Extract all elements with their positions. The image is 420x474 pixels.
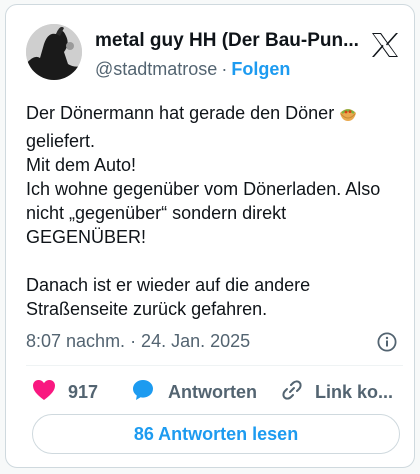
like-count: 917	[68, 381, 99, 402]
copy-link-button[interactable]: Link ko...	[280, 378, 393, 406]
tweet-line: Ich wohne gegenüber vom Dönerladen. Also	[26, 179, 381, 199]
link-icon	[280, 378, 304, 407]
tweet-line: GEGENÜBER!	[26, 227, 147, 247]
tweet-line: Mit dem Auto!	[26, 155, 137, 175]
like-button[interactable]: 917	[32, 378, 98, 406]
x-logo-icon[interactable]	[371, 32, 399, 58]
stuffed-flatbread-emoji	[338, 103, 358, 129]
tweet-blank-line	[26, 249, 406, 273]
reply-bubble-icon	[131, 378, 155, 407]
tweet-line: Danach ist er wieder auf die andere	[26, 275, 311, 295]
tweet-line: Straßenseite zurück gefahren.	[26, 299, 268, 319]
copy-link-label: Link ko...	[315, 381, 394, 402]
tweet-line: geliefert.	[26, 131, 96, 151]
author-name[interactable]: metal guy HH (Der Bau-Pun...	[95, 30, 359, 52]
read-replies-label: 86 Antworten lesen	[133, 423, 299, 444]
tweet-line: nicht „gegenüber“ sondern direkt	[26, 203, 287, 223]
tweet-card: metal guy HH (Der Bau-Pun... @stadtmatro…	[5, 4, 415, 468]
read-replies-button[interactable]: 86 Antworten lesen	[32, 414, 400, 454]
reply-button[interactable]: Antworten	[131, 378, 257, 406]
heart-icon	[32, 379, 56, 406]
tweet-line: Der Dönermann hat gerade den Döner	[26, 103, 335, 123]
author-meta: @stadtmatrose · Folgen	[95, 59, 290, 80]
info-icon[interactable]	[377, 332, 397, 352]
author-handle[interactable]: @stadtmatrose	[95, 59, 217, 79]
avatar[interactable]	[26, 24, 82, 80]
follow-button[interactable]: Folgen	[231, 59, 290, 79]
meta-separator: ·	[221, 59, 228, 79]
tweet-timestamp[interactable]: 8:07 nachm. · 24. Jan. 2025	[26, 331, 250, 352]
tweet-text: Der Dönermann hat gerade den Döner gelie…	[26, 101, 406, 321]
reply-label: Antworten	[168, 381, 257, 402]
divider	[26, 365, 403, 366]
